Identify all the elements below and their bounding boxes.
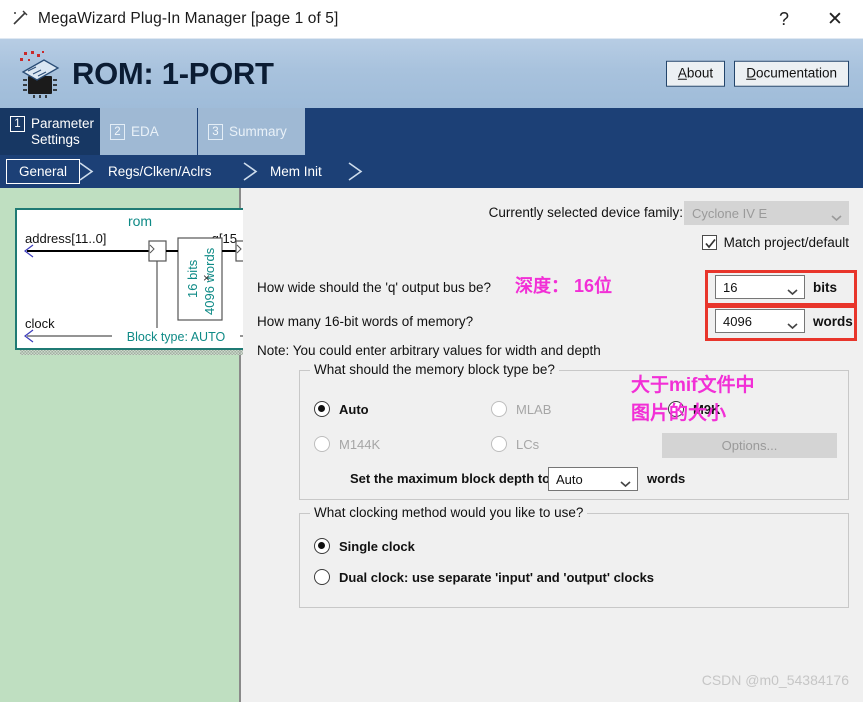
svg-text:rom: rom (128, 213, 152, 229)
radio-lcs-label: LCs (516, 436, 540, 452)
breadcrumb-item-regs-clken-aclrs[interactable]: Regs/Clken/Aclrs (108, 159, 212, 184)
tab-number-1: 1 (10, 115, 25, 132)
width-value: 16 (723, 279, 738, 295)
tab-summary[interactable]: 3 Summary (198, 108, 306, 155)
note-label: Note: You could enter arbitrary values f… (257, 343, 601, 358)
clocking-method-group: What clocking method would you like to u… (299, 505, 849, 608)
radio-m144k-label: M144K (339, 436, 381, 452)
chevron-down-icon-maxdepth (620, 476, 631, 488)
megawizard-window: MegaWizard Plug-In Manager [page 1 of 5]… (0, 0, 863, 702)
max-block-depth-unit: words (647, 471, 686, 486)
preview-panel: rom address[11..0] q[15..0] clock 16 bit… (0, 188, 270, 702)
width-unit-label: bits (813, 280, 838, 295)
tab-label-parameter-settings: Parameter Settings (31, 115, 95, 147)
breadcrumb-item-general[interactable]: General (6, 159, 81, 184)
depth-unit-label: words (813, 314, 853, 329)
chevron-right-icon-3 (345, 161, 367, 182)
rom-block-diagram: rom address[11..0] q[15..0] clock 16 bit… (15, 208, 265, 350)
radio-single-clock-label: Single clock (339, 538, 415, 554)
about-button[interactable]: About (665, 60, 726, 87)
radio-m144k-indicator (314, 436, 330, 452)
svg-text:clock: clock (25, 316, 55, 331)
chevron-right-icon (76, 161, 98, 182)
radio-mlab-label: MLAB (516, 401, 552, 417)
tab-number-2: 2 (110, 123, 125, 140)
page-title: ROM: 1-PORT (72, 55, 274, 91)
annotation-mif-line1: 大于mif文件中 (631, 375, 755, 396)
width-question-label: How wide should the 'q' output bus be? (257, 280, 492, 295)
radio-m144k[interactable]: M144K (314, 436, 380, 452)
options-button[interactable]: Options... (662, 433, 837, 458)
radio-single-clock[interactable]: Single clock (314, 538, 415, 554)
radio-lcs[interactable]: LCs (491, 436, 539, 452)
svg-text:×: × (203, 271, 210, 285)
radio-auto-label: Auto (339, 401, 369, 417)
annotation-depth-16bit: 深度： 16位 (515, 276, 613, 296)
rom-chip-icon (14, 50, 66, 100)
tab-label-summary: Summary (229, 123, 287, 139)
radio-lcs-indicator (491, 436, 507, 452)
documentation-button[interactable]: Documentation (734, 60, 849, 87)
watermark: CSDN @m0_54384176 (701, 672, 849, 688)
wand-icon (10, 8, 32, 30)
radio-mlab-indicator (491, 401, 507, 417)
chevron-down-icon-width (787, 284, 798, 296)
tab-number-3: 3 (208, 123, 223, 140)
depth-question-label: How many 16-bit words of memory? (257, 314, 474, 329)
clocking-method-title: What clocking method would you like to u… (310, 505, 588, 520)
tab-parameter-settings[interactable]: 1 Parameter Settings (0, 108, 100, 155)
radio-dual-clock[interactable]: Dual clock: use separate 'input' and 'ou… (314, 569, 654, 585)
chevron-down-icon (831, 210, 842, 222)
close-button[interactable]: ✕ (807, 0, 863, 38)
max-block-depth-combo[interactable]: Auto (548, 467, 638, 491)
width-combo[interactable]: 16 (715, 275, 805, 299)
device-family-label: Currently selected device family: (488, 205, 683, 220)
memory-block-type-group: What should the memory block type be? Au… (299, 362, 849, 500)
chevron-right-icon-2 (240, 161, 262, 182)
breadcrumb: General Regs/Clken/Aclrs Mem Init (0, 155, 863, 188)
svg-text:address[11..0]: address[11..0] (25, 231, 106, 246)
max-block-depth-value: Auto (556, 471, 583, 487)
tab-label-eda: EDA (131, 123, 159, 139)
annotation-mif-line2: 图片的大小 (631, 403, 727, 424)
chevron-down-icon-depth (787, 318, 798, 330)
radio-mlab[interactable]: MLAB (491, 401, 551, 417)
tab-strip: 1 Parameter Settings 2 EDA 3 Summary (0, 108, 863, 155)
device-family-value: Cyclone IV E (692, 205, 768, 221)
max-block-depth-label: Set the maximum block depth to (350, 471, 551, 486)
depth-value: 4096 (723, 313, 752, 329)
memory-block-type-title: What should the memory block type be? (310, 362, 559, 377)
settings-panel: Currently selected device family: Cyclon… (243, 188, 863, 702)
radio-auto[interactable]: Auto (314, 401, 369, 417)
radio-auto-indicator (314, 401, 330, 417)
device-family-combo[interactable]: Cyclone IV E (684, 201, 849, 225)
svg-text:16 bits: 16 bits (185, 259, 200, 298)
title-bar: MegaWizard Plug-In Manager [page 1 of 5]… (0, 0, 863, 38)
match-project-label: Match project/default (723, 235, 849, 250)
page-header: ROM: 1-PORT About Documentation (0, 38, 863, 108)
breadcrumb-item-mem-init[interactable]: Mem Init (270, 159, 322, 184)
radio-single-clock-indicator (314, 538, 330, 554)
radio-dual-clock-label: Dual clock: use separate 'input' and 'ou… (339, 569, 655, 585)
match-project-checkbox[interactable]: Match project/default (701, 235, 849, 250)
window-title: MegaWizard Plug-In Manager [page 1 of 5] (38, 10, 339, 27)
help-button[interactable]: ? (761, 0, 807, 38)
checkbox-box (701, 235, 717, 250)
depth-combo[interactable]: 4096 (715, 309, 805, 333)
svg-text:Block type: AUTO: Block type: AUTO (127, 330, 226, 344)
window-controls: ? ✕ (761, 0, 863, 38)
tab-eda[interactable]: 2 EDA (100, 108, 198, 155)
header-buttons: About Documentation (665, 60, 849, 87)
radio-dual-clock-indicator (314, 569, 330, 585)
